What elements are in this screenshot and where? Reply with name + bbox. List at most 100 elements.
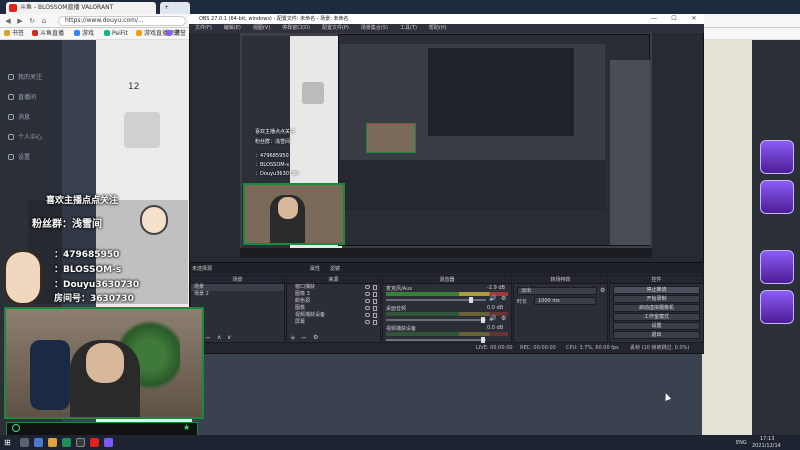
streamer-avatar[interactable] (124, 112, 160, 148)
menu-profile[interactable]: 配置文件(P) (322, 25, 349, 31)
bookmark-item[interactable]: 书签 (4, 29, 24, 39)
menu-file[interactable]: 文件(F) (195, 25, 212, 31)
browser-tab-active[interactable]: 斗鱼 - BLOSSOM直播 VALORANT (6, 2, 156, 14)
visibility-icon[interactable] (365, 292, 370, 296)
source-item[interactable]: 窗口捕获 (287, 284, 380, 291)
obs-title-bar: OBS 27.0.1 (64-bit, windows) - 配置文件: 未命名… (189, 14, 704, 24)
controls-dock: 控件 停止推流 开始录制 启动虚拟摄像机 工作室模式 设置 退出 (609, 275, 704, 343)
menu-docks[interactable]: 停靠窗口(D) (282, 25, 310, 31)
file-explorer-icon[interactable] (48, 438, 57, 447)
source-item[interactable]: 视频捕获设备 (287, 312, 380, 319)
maximize-icon[interactable]: ☐ (664, 14, 684, 24)
lock-icon[interactable] (373, 285, 377, 290)
bookmark-item[interactable]: 斗鱼直播 (32, 29, 64, 39)
gift-badge[interactable] (760, 290, 794, 324)
preview-nested-camera (366, 123, 416, 153)
add-source-icon[interactable]: + (290, 334, 296, 342)
task-view-icon[interactable] (34, 438, 43, 447)
settings-button[interactable]: 设置 (613, 322, 700, 330)
new-tab-button[interactable]: + (160, 2, 190, 14)
bookmark-item[interactable]: 荣誉 (166, 29, 186, 39)
studio-mode-button[interactable]: 工作室模式 (613, 313, 700, 321)
visibility-icon[interactable] (365, 313, 370, 317)
source-item[interactable]: 屏幕 (287, 319, 380, 326)
refresh-icon[interactable]: ↻ (28, 17, 36, 25)
url-input[interactable]: https://www.douyu.com/... (58, 16, 186, 26)
lock-icon[interactable] (373, 292, 377, 297)
obs-icon[interactable] (76, 438, 85, 447)
menu-view[interactable]: 视图(V) (253, 25, 270, 31)
volume-knob[interactable] (469, 297, 473, 303)
clock-time[interactable]: 17:13 (760, 436, 774, 442)
nav-item[interactable]: 直播间 (8, 92, 58, 104)
source-item[interactable]: 图像 3 (287, 291, 380, 298)
visibility-icon[interactable] (365, 285, 370, 289)
input-language[interactable]: ENG (736, 440, 747, 446)
source-settings-icon[interactable]: ⚙ (313, 334, 318, 341)
browser-icon[interactable] (62, 438, 71, 447)
volume-meter (386, 332, 508, 336)
transition-settings-icon[interactable]: ⚙ (600, 287, 605, 294)
start-virtual-camera-button[interactable]: 启动虚拟摄像机 (613, 304, 700, 312)
app-icon[interactable] (104, 438, 113, 447)
lock-icon[interactable] (373, 306, 377, 311)
bookmark-item[interactable]: 游戏 (74, 29, 94, 39)
search-icon[interactable] (20, 438, 29, 447)
gear-icon[interactable]: ⚙ (501, 295, 506, 302)
scene-item[interactable]: 场景 (191, 284, 284, 291)
scenes-dock-title: 场景 (191, 276, 284, 284)
clock-date[interactable]: 2021/12/14 (752, 443, 781, 449)
windows-start-icon[interactable]: ⊞ (4, 438, 13, 447)
speaker-icon[interactable]: 🔊 (489, 295, 496, 302)
bookmark-icon (104, 30, 110, 36)
nav-item[interactable]: 个人中心 (8, 132, 58, 144)
source-item[interactable]: 图像 (287, 305, 380, 312)
volume-knob[interactable] (481, 317, 485, 323)
source-item[interactable]: 颜色源 (287, 298, 380, 305)
nav-item[interactable]: 设置 (8, 152, 58, 164)
transition-type-select[interactable]: 淡出 (517, 287, 597, 295)
remove-source-icon[interactable]: − (301, 334, 307, 342)
start-recording-button[interactable]: 开始录制 (613, 295, 700, 303)
visibility-icon[interactable] (365, 306, 370, 310)
visibility-icon[interactable] (365, 320, 370, 324)
move-down-icon[interactable]: ∨ (227, 334, 231, 341)
menu-tools[interactable]: 工具(T) (400, 25, 417, 31)
forward-icon[interactable]: ▶ (16, 17, 24, 25)
volume-slider[interactable] (386, 339, 486, 341)
menu-edit[interactable]: 编辑(E) (224, 25, 241, 31)
speaker-icon[interactable]: 🔊 (489, 315, 496, 322)
lock-icon[interactable] (373, 299, 377, 304)
exit-button[interactable]: 退出 (613, 331, 700, 339)
minimize-icon[interactable]: — (644, 14, 664, 24)
bookmark-item[interactable]: PeiFit (104, 29, 128, 39)
volume-slider[interactable] (386, 319, 486, 321)
gift-badge[interactable] (760, 250, 794, 284)
duration-input[interactable]: 1000 ms (534, 297, 596, 305)
douyu-icon[interactable] (90, 438, 99, 447)
mixer-channel-name: 麦克风/Aux (386, 286, 413, 292)
lock-icon[interactable] (373, 320, 377, 325)
gear-icon[interactable]: ⚙ (501, 315, 506, 322)
menu-scene-collection[interactable]: 场景集合(S) (361, 25, 388, 31)
obs-menu-bar: 文件(F) 编辑(E) 视图(V) 停靠窗口(D) 配置文件(P) 场景集合(S) 工具(T… (189, 24, 704, 33)
sources-dock: 来源 窗口捕获 图像 3 颜色源 图像 视频捕获设备 屏幕 + − ⚙ (286, 275, 381, 343)
menu-help[interactable]: 帮助(H) (429, 25, 447, 31)
gift-badge[interactable] (760, 140, 794, 174)
gift-badge[interactable] (760, 180, 794, 214)
remove-scene-icon[interactable]: − (205, 334, 211, 342)
lock-icon[interactable] (373, 313, 377, 318)
properties-button[interactable]: 属性 (310, 265, 320, 272)
overlay-name: ：BLOSSOM-s (54, 265, 122, 275)
move-up-icon[interactable]: ∧ (217, 334, 221, 341)
stop-streaming-button[interactable]: 停止推流 (613, 286, 700, 294)
nav-item[interactable]: 消息 (8, 112, 58, 124)
filters-button[interactable]: 滤镜 (330, 265, 340, 272)
close-icon[interactable]: ✕ (684, 14, 704, 24)
nav-item[interactable]: 我的关注 (8, 72, 58, 84)
preview-avatar (302, 82, 324, 104)
home-icon[interactable]: ⌂ (40, 17, 48, 25)
back-icon[interactable]: ◀ (4, 17, 12, 25)
visibility-icon[interactable] (365, 299, 370, 303)
scene-item[interactable]: 场景 2 (191, 291, 284, 298)
